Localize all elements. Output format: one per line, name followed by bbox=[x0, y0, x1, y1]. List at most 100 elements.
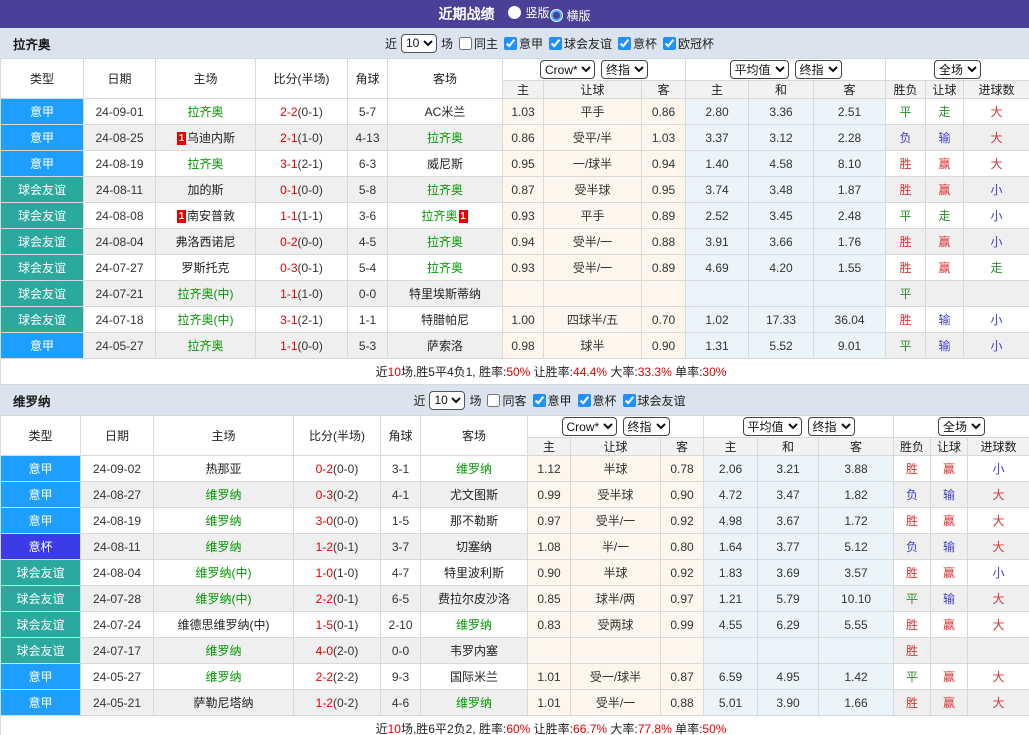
crow-handicap: 半球 bbox=[570, 559, 661, 586]
match-date: 24-08-11 bbox=[80, 533, 154, 560]
corners-cell: 6-3 bbox=[347, 150, 388, 177]
score-cell: 2-2(0-1) bbox=[255, 98, 348, 125]
crow-home-odds: 0.87 bbox=[502, 176, 544, 203]
filter-near-label: 近 bbox=[384, 36, 397, 51]
average-stage-select[interactable]: 终指 bbox=[807, 417, 855, 436]
bookmaker-select[interactable]: Crow* bbox=[540, 60, 595, 79]
league-checkbox[interactable] bbox=[503, 36, 517, 50]
crow-home-odds: 1.03 bbox=[502, 98, 544, 125]
score-cell: 4-0(2-0) bbox=[293, 637, 381, 664]
scope-select[interactable]: 全场 bbox=[938, 417, 986, 436]
match-type-badge: 意甲 bbox=[0, 507, 81, 534]
sub-column-header: 客 bbox=[818, 437, 895, 456]
team-name-text: 拉齐奥 bbox=[187, 157, 224, 171]
average-select[interactable]: 平均值 bbox=[729, 60, 789, 79]
summary-segment: 单率: bbox=[671, 365, 703, 379]
sub-column-header: 主 bbox=[527, 437, 571, 456]
match-date: 24-09-02 bbox=[80, 455, 154, 482]
crow-away-odds: 0.90 bbox=[640, 332, 687, 359]
scope-select[interactable]: 全场 bbox=[934, 60, 982, 79]
league-checkbox[interactable] bbox=[663, 36, 677, 50]
summary-segment: 让胜率: bbox=[530, 722, 574, 735]
match-count-select[interactable]: 10 bbox=[400, 33, 437, 53]
avg-home-odds: 4.72 bbox=[703, 481, 759, 508]
result-handicap: 输 bbox=[925, 306, 965, 333]
home-team-cell: 加的斯 bbox=[155, 176, 256, 203]
full-time-score: 0-3 bbox=[315, 487, 333, 502]
result-outcome: 胜 bbox=[885, 176, 927, 203]
team-name-text: 维罗纳 bbox=[205, 540, 242, 554]
match-filter: 近 10 场 同主 意甲 球会友谊 意杯 欧冠杯 bbox=[384, 33, 715, 53]
table-row: 意甲 24-05-27 维罗纳 2-2(2-2) 9-3 国际米兰 1.01 受一/球半 0.8… bbox=[0, 663, 1029, 690]
avg-home-odds: 1.31 bbox=[685, 332, 750, 359]
result-outcome: 负 bbox=[893, 533, 932, 560]
match-date: 24-05-27 bbox=[83, 332, 156, 359]
result-goals: 小 bbox=[963, 176, 1029, 203]
match-date: 24-07-17 bbox=[80, 637, 154, 664]
league-checkbox[interactable] bbox=[618, 36, 632, 50]
avg-home-odds: 1.83 bbox=[703, 559, 759, 586]
league-checkbox[interactable] bbox=[549, 36, 562, 50]
crow-handicap: 受一/球半 bbox=[570, 663, 661, 690]
match-count-select[interactable]: 10 bbox=[429, 390, 466, 410]
average-select[interactable]: 平均值 bbox=[742, 417, 802, 436]
bookmaker-stage-select[interactable]: 终指 bbox=[622, 417, 670, 436]
away-team-cell: 维罗纳 bbox=[420, 689, 528, 716]
crow-away-odds: 0.97 bbox=[659, 585, 705, 612]
avg-home-odds bbox=[703, 637, 759, 664]
radio-label: 横版 bbox=[566, 9, 591, 23]
score-cell: 2-2(2-2) bbox=[293, 663, 381, 690]
home-team-cell: 拉齐奥(中) bbox=[155, 280, 256, 307]
summary-segment: 10 bbox=[387, 365, 401, 379]
bookmaker-stage-select[interactable]: 终指 bbox=[601, 60, 648, 79]
team-name-text: 韦罗内塞 bbox=[449, 644, 498, 658]
score-cell: 1-1(1-0) bbox=[255, 280, 348, 307]
half-time-score: (1-0) bbox=[297, 286, 323, 301]
league-checkbox[interactable] bbox=[622, 393, 636, 407]
avg-away-odds: 5.55 bbox=[818, 611, 895, 638]
result-goals: 大 bbox=[963, 150, 1029, 177]
team-name-text: 维罗纳(中) bbox=[195, 566, 252, 580]
same-venue-checkbox[interactable] bbox=[487, 393, 501, 407]
match-type-badge: 球会友谊 bbox=[0, 176, 84, 203]
summary-cell: 近10场,胜6平2负2, 胜率:60% 让胜率:66.7% 大率:77.8% 单… bbox=[0, 715, 1029, 735]
column-header: 客场 bbox=[420, 415, 528, 456]
column-header: 比分(半场) bbox=[255, 58, 348, 99]
league-checkbox[interactable] bbox=[577, 393, 591, 407]
away-team-cell: 萨索洛 bbox=[387, 332, 503, 359]
home-team-cell: 维罗纳(中) bbox=[153, 585, 294, 612]
away-team-cell: 尤文图斯 bbox=[420, 481, 528, 508]
table-row: 球会友谊 24-07-17 维罗纳 4-0(2-0) 0-0 韦罗内塞胜 bbox=[0, 637, 1029, 664]
result-goals: 大 bbox=[967, 481, 1029, 508]
avg-home-odds: 1.40 bbox=[685, 150, 750, 177]
team-name-text: 维罗纳 bbox=[455, 618, 492, 632]
score-cell: 1-2(0-2) bbox=[293, 689, 381, 716]
sub-column-header: 让球 bbox=[543, 80, 642, 99]
team-name-text: 维罗纳 bbox=[205, 488, 242, 502]
league-checkbox[interactable] bbox=[532, 393, 546, 407]
page: 近期战绩 竖版 横版 拉齐奥近 10 场同主 意甲 球会友谊 意杯 欧冠杯 类型 日期 主场 比分(半… bbox=[0, 0, 1029, 735]
result-handicap: 输 bbox=[930, 533, 969, 560]
match-filter: 近 10 场 同客 意甲 意杯 球会友谊 bbox=[412, 390, 686, 410]
radio-horizontal-layout[interactable]: 横版 bbox=[549, 7, 591, 24]
average-stage-select[interactable]: 终指 bbox=[794, 60, 842, 79]
team-name-text: 特里埃斯蒂纳 bbox=[408, 287, 481, 301]
same-venue-label: 同主 bbox=[473, 36, 498, 51]
match-type-badge: 球会友谊 bbox=[0, 280, 84, 307]
topbar: 近期战绩 竖版 横版 bbox=[0, 0, 1029, 28]
same-venue-checkbox[interactable] bbox=[458, 36, 472, 50]
filter-games-label: 场 bbox=[469, 393, 482, 408]
result-outcome: 胜 bbox=[893, 689, 932, 716]
result-outcome: 胜 bbox=[893, 611, 932, 638]
score-cell: 1-1(1-1) bbox=[255, 202, 348, 229]
home-team-cell: 维罗纳 bbox=[153, 533, 294, 560]
table-footer: 近10场,胜6平2负2, 胜率:60% 让胜率:66.7% 大率:77.8% 单… bbox=[0, 715, 1029, 735]
crow-handicap: 受半/一 bbox=[543, 254, 642, 281]
bookmaker-select[interactable]: Crow* bbox=[561, 417, 617, 436]
table-row: 球会友谊 24-07-24 维德思维罗纳(中) 1-5(0-1) 2-10 维罗纳 0.83… bbox=[0, 611, 1029, 638]
column-header: 类型 bbox=[0, 58, 84, 99]
radio-vertical-layout[interactable]: 竖版 bbox=[508, 4, 550, 21]
table-row: 意甲 24-09-01 拉齐奥 2-2(0-1) 5-7 AC米兰 1.03 平手 0.86 2.… bbox=[0, 98, 1029, 125]
result-goals: 大 bbox=[967, 507, 1029, 534]
match-date: 24-08-08 bbox=[83, 202, 156, 229]
